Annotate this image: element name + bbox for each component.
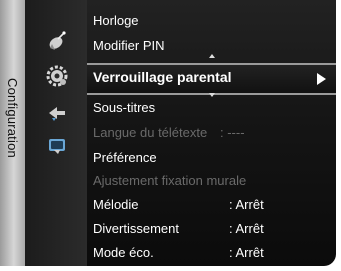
- tv-settings-menu: Configuration Horloge Modifier PIN Verro…: [0, 0, 336, 266]
- menu-item-langue-teletexte: Langue du télétexte : ----: [87, 120, 336, 144]
- menu-item-value: : Arrêt: [229, 220, 264, 236]
- menu-item-label: Sous-titres: [93, 99, 156, 115]
- menu-item-value: : ----: [220, 124, 245, 140]
- menu-list: Horloge Modifier PIN Verrouillage parent…: [87, 0, 336, 266]
- menu-item-label: Mélodie: [93, 196, 139, 212]
- menu-item-label: Modifier PIN: [93, 37, 165, 53]
- menu-item-label: Ajustement fixation murale: [93, 172, 247, 188]
- menu-item-label: Horloge: [93, 12, 139, 28]
- menu-item-melodie[interactable]: Mélodie : Arrêt: [87, 192, 336, 216]
- sidebar: Configuration: [0, 0, 25, 266]
- menu-item-label: Mode éco.: [93, 244, 154, 260]
- input-icon[interactable]: [46, 102, 68, 124]
- sidebar-title: Configuration: [5, 78, 20, 158]
- tv-preview-icon[interactable]: [46, 134, 68, 156]
- menu-item-ajustement-fixation-murale: Ajustement fixation murale: [87, 168, 336, 192]
- menu-item-mode-eco[interactable]: Mode éco. : Arrêt: [87, 240, 336, 264]
- menu-item-value: : Arrêt: [229, 244, 264, 260]
- menu-item-label: Langue du télétexte: [93, 124, 208, 140]
- menu-item-preference[interactable]: Préférence: [87, 145, 336, 169]
- menu-item-value: : Arrêt: [229, 196, 264, 212]
- menu-item-label: Divertissement: [93, 220, 179, 236]
- menu-item-label: Verrouillage parental: [93, 69, 232, 85]
- sidebar-title-wrap: Configuration: [0, 0, 25, 266]
- scroll-up-indicator: [209, 54, 215, 58]
- menu-item-verrouillage-parental[interactable]: Verrouillage parental: [87, 63, 336, 95]
- menu-item-divertissement[interactable]: Divertissement : Arrêt: [87, 216, 336, 240]
- gear-icon[interactable]: [46, 65, 68, 87]
- menu-item-label: Préférence: [93, 149, 157, 165]
- submenu-arrow-icon: [317, 73, 326, 85]
- menu-item-horloge[interactable]: Horloge: [87, 8, 336, 32]
- menu-item-sous-titres[interactable]: Sous-titres: [87, 95, 336, 119]
- screen-frame: Configuration Horloge Modifier PIN Verro…: [0, 0, 341, 271]
- satellite-icon[interactable]: [46, 30, 68, 52]
